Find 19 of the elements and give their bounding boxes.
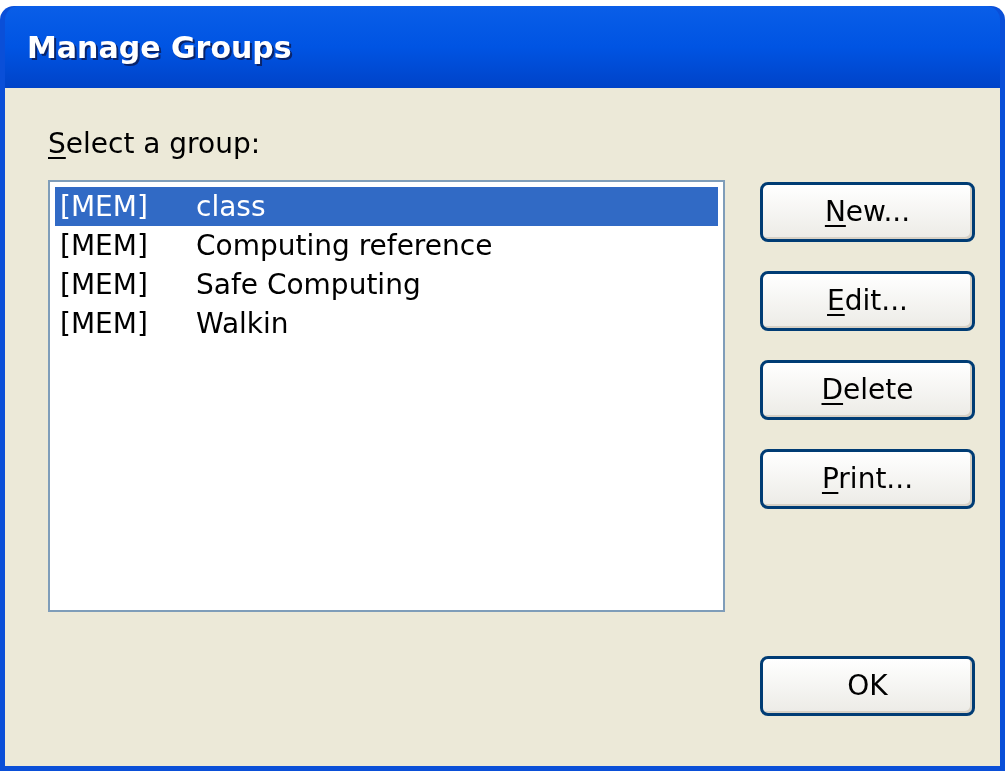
prompt-label: Select a group: bbox=[48, 126, 261, 162]
group-row[interactable]: [MEM] Safe Computing bbox=[55, 265, 718, 304]
group-type: [MEM] bbox=[59, 227, 149, 264]
action-button[interactable]: Edit... bbox=[760, 271, 975, 331]
action-button[interactable]: Print... bbox=[760, 449, 975, 509]
action-button[interactable]: Delete bbox=[760, 360, 975, 420]
group-name: Walkin bbox=[196, 305, 289, 342]
group-row[interactable]: [MEM] class bbox=[55, 187, 718, 226]
ok-button[interactable]: OK bbox=[760, 656, 975, 716]
group-row[interactable]: [MEM] Walkin bbox=[55, 304, 718, 343]
group-type: [MEM] bbox=[59, 266, 149, 303]
window-title: Manage Groups bbox=[27, 28, 292, 67]
group-row[interactable]: [MEM] Computing reference bbox=[55, 226, 718, 265]
group-name: Computing reference bbox=[196, 227, 493, 264]
group-name: Safe Computing bbox=[196, 266, 421, 303]
group-type: [MEM] bbox=[59, 305, 149, 342]
action-button[interactable]: New... bbox=[760, 182, 975, 242]
group-name: class bbox=[196, 188, 266, 225]
group-type: [MEM] bbox=[59, 188, 149, 225]
